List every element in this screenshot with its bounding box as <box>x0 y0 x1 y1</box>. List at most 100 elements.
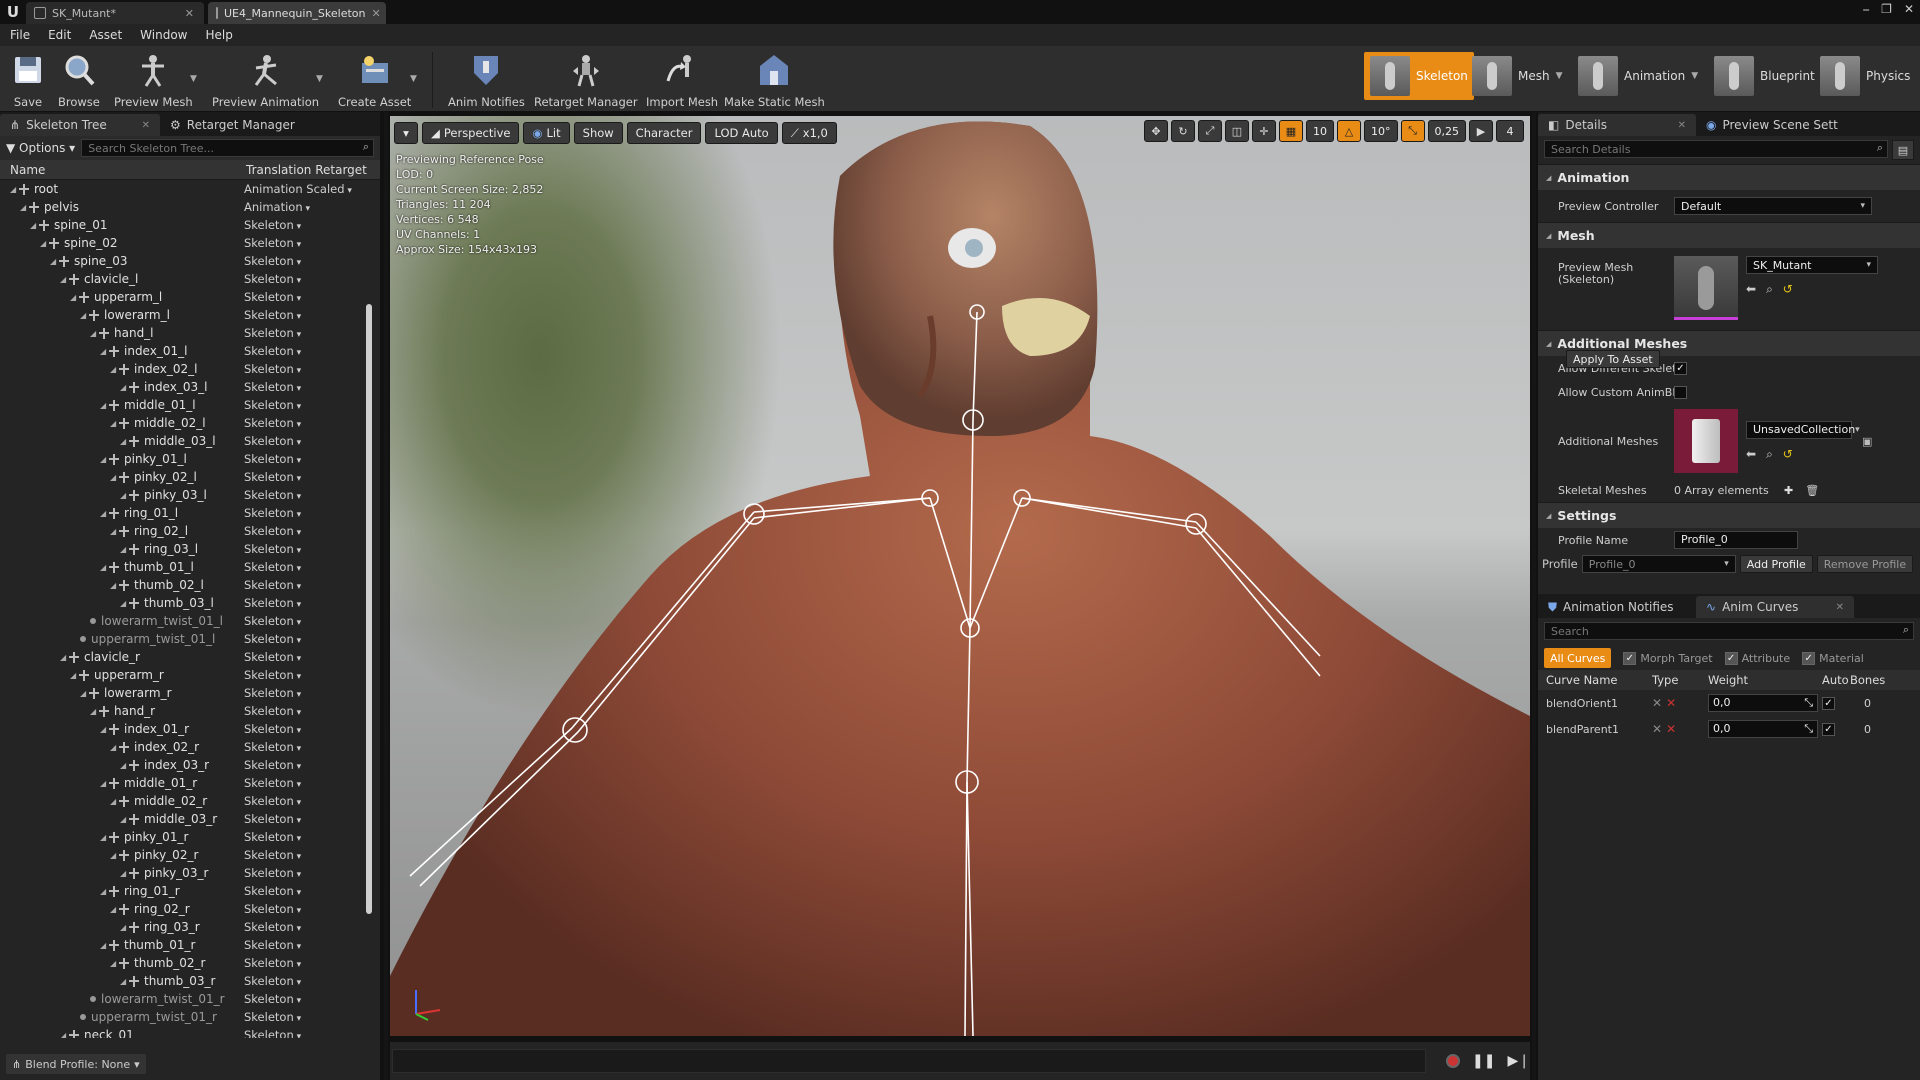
weight-input[interactable]: 0,0 ⤡ <box>1708 720 1818 738</box>
all-curves-toggle[interactable]: All Curves <box>1544 648 1612 668</box>
expand-arrow-icon[interactable]: ◢ <box>110 851 119 860</box>
tab-anim-curves[interactable]: ∿ Anim Curves ✕ <box>1696 596 1854 618</box>
expand-arrow-icon[interactable]: ◢ <box>120 815 129 824</box>
retarget-mode-dropdown[interactable]: Skeleton <box>244 776 301 790</box>
category-animation[interactable]: Animation <box>1538 164 1920 190</box>
retarget-mode-dropdown[interactable]: Skeleton <box>244 236 301 250</box>
camera-speed-value[interactable]: 4 <box>1496 120 1524 142</box>
retarget-mode-dropdown[interactable]: Skeleton <box>244 308 301 322</box>
trash-icon[interactable]: 🗑 <box>1805 484 1819 497</box>
show-button[interactable]: Show <box>573 122 623 144</box>
rotation-snap-value[interactable]: 10° <box>1364 120 1398 142</box>
chevron-down-icon[interactable]: ▼ <box>190 74 197 84</box>
tree-row[interactable]: ◢ ring_02_l Skeleton <box>0 522 380 540</box>
expand-arrow-icon[interactable]: ◢ <box>50 257 59 266</box>
browse-search-icon[interactable]: ⌕ <box>1766 447 1773 462</box>
retarget-mode-dropdown[interactable]: Skeleton <box>244 344 301 358</box>
expand-arrow-icon[interactable]: ◢ <box>60 1031 69 1039</box>
save-button[interactable]: Save <box>8 50 48 109</box>
retarget-mode-dropdown[interactable]: Animation Scaled <box>244 182 352 196</box>
expand-arrow-icon[interactable]: ◢ <box>20 203 29 212</box>
use-selected-arrow-icon[interactable]: ⬅ <box>1746 282 1756 297</box>
retarget-mode-dropdown[interactable]: Skeleton <box>244 506 301 520</box>
expand-arrow-icon[interactable]: ◢ <box>90 329 99 338</box>
mode-animation-button[interactable]: Animation ▼ <box>1572 52 1704 100</box>
tab-retarget-manager[interactable]: ⚙ Retarget Manager <box>160 114 320 136</box>
expand-arrow-icon[interactable]: ◢ <box>110 365 119 374</box>
expand-arrow-icon[interactable]: ◢ <box>60 275 69 284</box>
additional-meshes-dropdown[interactable]: UnsavedCollection <box>1746 420 1855 439</box>
doc-tab-ue4-mannequin-skeleton[interactable]: UE4_Mannequin_Skeleton ✕ <box>208 2 386 24</box>
tree-row[interactable]: ◢ index_03_r Skeleton <box>0 756 380 774</box>
tree-row[interactable]: ◢ clavicle_r Skeleton <box>0 648 380 666</box>
retarget-mode-dropdown[interactable]: Skeleton <box>244 992 301 1006</box>
save-icon[interactable]: ▣ <box>1862 435 1872 448</box>
category-mesh[interactable]: Mesh <box>1538 222 1920 248</box>
rotate-icon[interactable]: ↻ <box>1171 120 1195 142</box>
tree-row[interactable]: ◢ middle_02_r Skeleton <box>0 792 380 810</box>
tree-row[interactable]: ◢ thumb_02_l Skeleton <box>0 576 380 594</box>
retarget-mode-dropdown[interactable]: Skeleton <box>244 686 301 700</box>
expand-arrow-icon[interactable]: ◢ <box>110 959 119 968</box>
mode-physics-button[interactable]: Physics <box>1814 52 1916 100</box>
auto-checkbox[interactable]: ✓ <box>1822 696 1835 710</box>
profile-name-input[interactable]: Profile_0 <box>1674 531 1798 549</box>
allow-custom-animbp-checkbox[interactable] <box>1674 385 1687 399</box>
expand-arrow-icon[interactable]: ◢ <box>70 671 79 680</box>
retarget-mode-dropdown[interactable]: Skeleton <box>244 848 301 862</box>
camera-speed-icon[interactable]: ▶ <box>1469 120 1493 142</box>
expand-arrow-icon[interactable]: ◢ <box>80 689 89 698</box>
retarget-mode-dropdown[interactable]: Skeleton <box>244 488 301 502</box>
tree-row[interactable]: ◢ pinky_03_r Skeleton <box>0 864 380 882</box>
tree-row[interactable]: ◢ pinky_03_l Skeleton <box>0 486 380 504</box>
menu-window[interactable]: Window <box>140 28 187 42</box>
lit-button[interactable]: ◉ Lit <box>523 122 570 144</box>
bones-header[interactable]: Bones <box>1850 673 1885 687</box>
expand-arrow-icon[interactable]: ◢ <box>40 239 49 248</box>
options-dropdown[interactable]: ▼ Options ▾ <box>6 141 75 155</box>
retarget-mode-dropdown[interactable]: Skeleton <box>244 272 301 286</box>
menu-help[interactable]: Help <box>205 28 232 42</box>
world-local-icon[interactable]: ◫ <box>1225 120 1249 142</box>
weight-header[interactable]: Weight <box>1708 673 1822 687</box>
retarget-mode-dropdown[interactable]: Skeleton <box>244 650 301 664</box>
use-selected-arrow-icon[interactable]: ⬅ <box>1746 447 1756 462</box>
mode-blueprint-button[interactable]: Blueprint <box>1708 52 1821 100</box>
expand-arrow-icon[interactable]: ◢ <box>100 563 109 572</box>
retarget-mode-dropdown[interactable]: Skeleton <box>244 326 301 340</box>
profile-dropdown[interactable]: Profile_0 <box>1581 555 1736 573</box>
auto-checkbox[interactable]: ✓ <box>1822 722 1835 736</box>
tree-row[interactable]: ◢ middle_03_l Skeleton <box>0 432 380 450</box>
expand-arrow-icon[interactable]: ◢ <box>110 473 119 482</box>
tree-row[interactable]: ◢ hand_l Skeleton <box>0 324 380 342</box>
expand-arrow-icon[interactable]: ◢ <box>100 455 109 464</box>
retarget-mode-dropdown[interactable]: Skeleton <box>244 902 301 916</box>
tree-row[interactable]: ◢ hand_r Skeleton <box>0 702 380 720</box>
scale-icon[interactable]: ⤢ <box>1198 120 1222 142</box>
character-button[interactable]: Character <box>626 122 702 144</box>
retarget-mode-dropdown[interactable]: Skeleton <box>244 380 301 394</box>
tree-row[interactable]: ◢ root Animation Scaled <box>0 180 380 198</box>
retarget-mode-dropdown[interactable]: Animation <box>244 200 310 214</box>
doc-tab-sk-mutant[interactable]: SK_Mutant* ✕ <box>26 2 204 24</box>
reset-icon[interactable]: ↺ <box>1783 447 1793 462</box>
create-asset-button[interactable]: Create Asset <box>338 50 411 109</box>
tree-row[interactable]: ◢ thumb_01_r Skeleton <box>0 936 380 954</box>
tree-row[interactable]: ◢ spine_02 Skeleton <box>0 234 380 252</box>
retarget-manager-button[interactable]: Retarget Manager <box>534 50 638 109</box>
remove-profile-button[interactable]: Remove Profile <box>1816 555 1914 573</box>
browse-button[interactable]: Browse <box>58 50 100 109</box>
curves-search-input[interactable]: Search ⌕ <box>1544 622 1914 640</box>
add-profile-button[interactable]: Add Profile <box>1739 555 1813 573</box>
expand-arrow-icon[interactable]: ◢ <box>120 437 129 446</box>
retarget-mode-dropdown[interactable]: Skeleton <box>244 1010 301 1024</box>
weight-input[interactable]: 0,0 ⤡ <box>1708 694 1818 712</box>
translate-icon[interactable]: ✥ <box>1144 120 1168 142</box>
tree-row[interactable]: ◢ pelvis Animation <box>0 198 380 216</box>
preview-animation-button[interactable]: Preview Animation <box>212 50 319 109</box>
tree-row[interactable]: ◢ clavicle_l Skeleton <box>0 270 380 288</box>
expand-arrow-icon[interactable]: ◢ <box>100 401 109 410</box>
step-forward-button[interactable]: ▶❘ <box>1508 1053 1531 1069</box>
record-button[interactable] <box>1446 1054 1461 1068</box>
tree-row[interactable]: ◢ upperarm_l Skeleton <box>0 288 380 306</box>
